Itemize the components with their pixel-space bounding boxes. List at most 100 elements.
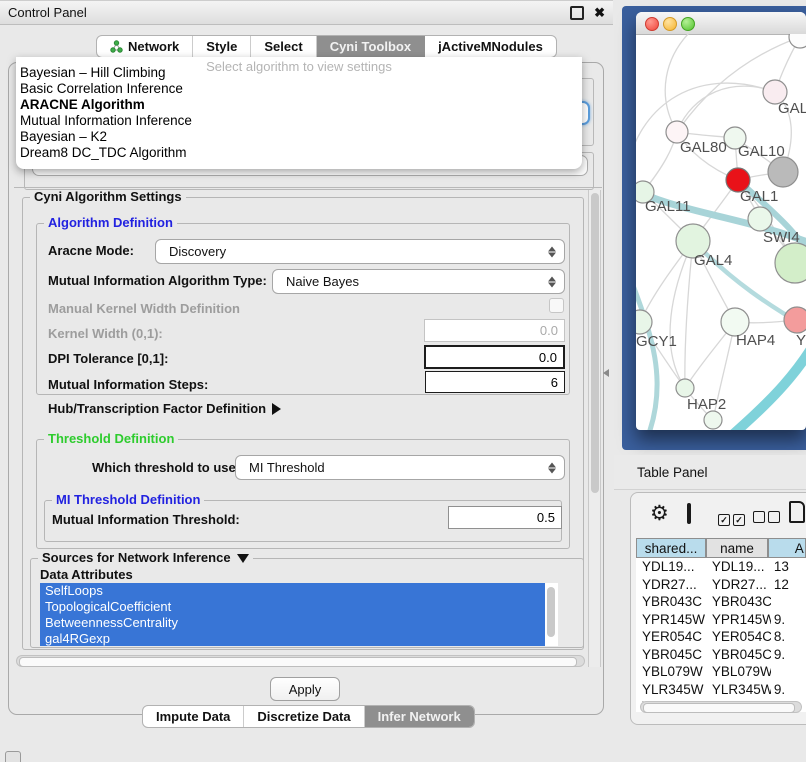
- mi-threshold-group-title: MI Threshold Definition: [52, 493, 204, 506]
- network-canvas[interactable]: GALGAL80GAL10GAL1GAL11SWI4GAL4GCY1HAP4YH…: [636, 34, 806, 430]
- mi-threshold-input[interactable]: 0.5: [448, 506, 562, 529]
- column-header[interactable]: A: [768, 538, 806, 558]
- table-cell: 8.: [771, 629, 806, 644]
- table-row[interactable]: YDL19...YDL19...13: [636, 558, 806, 576]
- settings-horizontal-scrollbar[interactable]: [16, 655, 585, 667]
- network-window-titlebar[interactable]: [636, 12, 806, 35]
- tab-label: Infer Network: [378, 709, 461, 724]
- algorithm-definition-title: Algorithm Definition: [44, 216, 177, 229]
- column-header[interactable]: name: [706, 538, 768, 558]
- aracne-mode-combobox[interactable]: Discovery: [155, 239, 565, 264]
- table-row[interactable]: YER054CYER054C8.: [636, 628, 806, 646]
- network-node-hap2[interactable]: [676, 379, 694, 397]
- float-window-icon[interactable]: [570, 6, 584, 20]
- node-label: Y: [796, 332, 806, 349]
- data-attributes-list: SelfLoopsTopologicalCoefficientBetweenne…: [40, 583, 558, 646]
- deselect-all-icon[interactable]: [753, 510, 780, 528]
- vscroll-thumb[interactable]: [591, 193, 599, 493]
- tab-label: Discretize Data: [257, 709, 350, 724]
- tab-select[interactable]: Select: [251, 36, 316, 57]
- node-label: GAL: [778, 100, 806, 117]
- table-panel-titlebar: Table Panel: [614, 455, 806, 490]
- network-edge[interactable]: [670, 241, 693, 388]
- attribute-item[interactable]: BetweennessCentrality: [40, 615, 545, 631]
- close-icon[interactable]: ✖: [594, 8, 605, 18]
- network-icon: [110, 40, 123, 53]
- table-cell: YDR27...: [708, 577, 771, 592]
- table-row[interactable]: YPR145WYPR145W9.: [636, 611, 806, 629]
- tab-jactivemnodules[interactable]: jActiveMNodules: [425, 36, 556, 57]
- node-label: GAL10: [738, 143, 785, 160]
- table-row[interactable]: YDR27...YDR27...12: [636, 576, 806, 594]
- node-label: GAL80: [680, 139, 727, 156]
- dpi-tolerance-label: DPI Tolerance [0,1]:: [48, 352, 168, 366]
- hub-definition-toggle[interactable]: Hub/Transcription Factor Definition: [48, 402, 281, 416]
- mi-threshold-value: 0.5: [537, 510, 555, 525]
- settings-gear-icon[interactable]: ⚙: [650, 503, 669, 524]
- network-node-y[interactable]: [784, 307, 806, 333]
- aracne-mode-label: Aracne Mode:: [48, 244, 134, 258]
- minimize-window-icon[interactable]: [663, 17, 677, 31]
- algorithm-option[interactable]: Mutual Information Inference: [18, 113, 580, 129]
- zoom-window-icon[interactable]: [681, 17, 695, 31]
- tab-infer-network[interactable]: Infer Network: [365, 706, 474, 727]
- mi-steps-input[interactable]: 6: [425, 371, 565, 393]
- mi-type-combobox[interactable]: Naive Bayes: [272, 269, 565, 294]
- tab-label: Network: [128, 39, 179, 54]
- table-cell: YPR145W: [636, 612, 708, 627]
- network-edge[interactable]: [685, 241, 693, 388]
- network-node[interactable]: [775, 243, 806, 283]
- tab-cyni-toolbox[interactable]: Cyni Toolbox: [317, 36, 425, 57]
- corner-widget-icon[interactable]: [5, 751, 21, 762]
- table-row[interactable]: YBL079WYBL079W: [636, 663, 806, 681]
- split-view-icon[interactable]: [687, 503, 691, 524]
- network-node-swi4[interactable]: [748, 207, 772, 231]
- table-cell: YDR27...: [636, 577, 708, 592]
- list-scrollbar-thumb[interactable]: [547, 587, 555, 637]
- which-threshold-combobox[interactable]: MI Threshold: [235, 455, 565, 480]
- table-row[interactable]: YBR045CYBR045C9.: [636, 646, 806, 664]
- table-hscroll-thumb[interactable]: [643, 703, 795, 713]
- tab-style[interactable]: Style: [193, 36, 251, 57]
- table-row[interactable]: YLR345WYLR345W9.: [636, 681, 806, 699]
- algorithm-option[interactable]: Dream8 DC_TDC Algorithm: [18, 145, 580, 161]
- attribute-item[interactable]: TopologicalCoefficient: [40, 599, 545, 615]
- hscroll-thumb[interactable]: [19, 657, 577, 667]
- tab-impute-data[interactable]: Impute Data: [143, 706, 244, 727]
- control-panel-tabs: Network StyleSelectCyni ToolboxjActiveMNo…: [96, 35, 557, 58]
- network-edge[interactable]: [665, 34, 694, 132]
- network-node[interactable]: [789, 34, 806, 48]
- mi-threshold-label: Mutual Information Threshold:: [52, 513, 240, 527]
- column-header[interactable]: shared...: [636, 538, 706, 558]
- mi-type-value: Naive Bayes: [286, 274, 359, 289]
- data-attributes-label: Data Attributes: [40, 568, 133, 582]
- algorithm-option[interactable]: Bayesian – Hill Climbing: [18, 65, 580, 81]
- kernel-width-input[interactable]: 0.0: [424, 319, 565, 342]
- manual-kernel-checkbox[interactable]: [549, 298, 564, 313]
- panel-title: Control Panel: [8, 5, 570, 20]
- table-horizontal-scrollbar[interactable]: [640, 701, 802, 713]
- algorithm-option[interactable]: ARACNE Algorithm: [18, 97, 580, 113]
- attribute-item[interactable]: SelfLoops: [40, 583, 545, 599]
- tab-discretize-data[interactable]: Discretize Data: [244, 706, 364, 727]
- apply-button[interactable]: Apply: [270, 677, 340, 701]
- select-all-icon[interactable]: ✓✓: [718, 510, 745, 528]
- close-window-icon[interactable]: [645, 17, 659, 31]
- sources-toggle[interactable]: Sources for Network Inference: [38, 551, 253, 564]
- tab-network[interactable]: Network: [97, 36, 193, 57]
- algorithm-option[interactable]: Bayesian – K2: [18, 129, 580, 145]
- table-cell: YBL079W: [708, 664, 771, 679]
- algorithm-option[interactable]: Basic Correlation Inference: [18, 81, 580, 97]
- dpi-tolerance-input[interactable]: 0.0: [424, 345, 565, 369]
- which-threshold-value: MI Threshold: [249, 460, 325, 475]
- table-panel-title: Table Panel: [637, 465, 708, 480]
- settings-vertical-scrollbar[interactable]: [588, 190, 601, 667]
- network-node[interactable]: [704, 411, 722, 429]
- attribute-item[interactable]: gal4RGexp: [40, 631, 545, 646]
- document-icon[interactable]: [789, 501, 805, 523]
- hub-definition-label: Hub/Transcription Factor Definition: [48, 401, 266, 416]
- panel-divider-handle[interactable]: [603, 369, 609, 377]
- table-row[interactable]: YBR043CYBR043C: [636, 593, 806, 611]
- network-edge[interactable]: [677, 86, 775, 132]
- network-node[interactable]: [768, 157, 798, 187]
